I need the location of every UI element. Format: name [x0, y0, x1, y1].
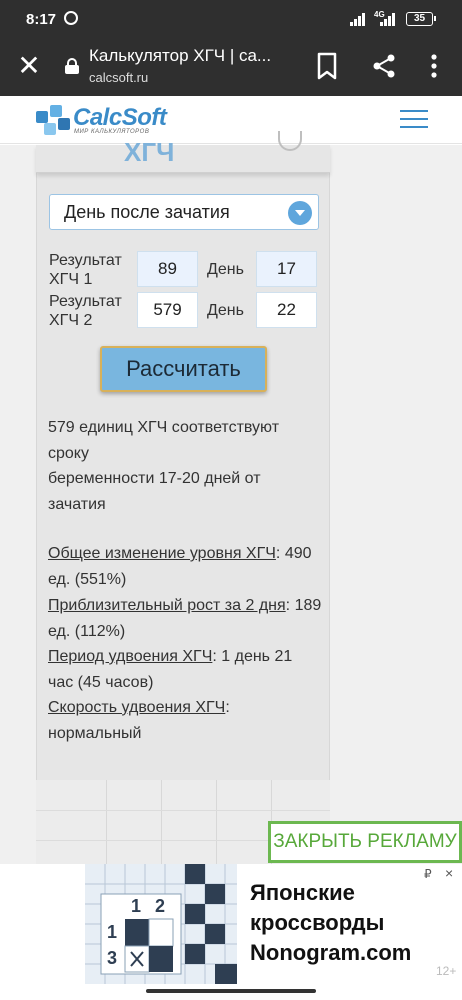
age-rating: 12+ [436, 964, 457, 978]
share-icon[interactable] [370, 52, 398, 80]
result-summary-1: 579 единиц ХГЧ соответствуют сроку [48, 419, 280, 462]
signal-icon-2 [380, 13, 396, 26]
logo-tagline: МИР КАЛЬКУЛЯТОРОВ [74, 129, 150, 135]
hamburger-menu-icon[interactable] [400, 110, 428, 130]
ad-headline[interactable]: Японские кроссворды Nonogram.com [250, 878, 411, 968]
site-header: CalcSoft МИР КАЛЬКУЛЯТОРОВ [0, 96, 462, 144]
mode-select[interactable]: День после зачатия [49, 194, 319, 230]
result-doubling-speed: Скорость удвоения ХГЧ: нормальный [48, 695, 278, 746]
day2-input[interactable]: 22 [256, 292, 317, 328]
day1-input[interactable]: 17 [256, 251, 317, 287]
status-time: 8:17 [26, 11, 57, 28]
gesture-bar [0, 984, 462, 1000]
status-bar: 8:17 4G 35 [0, 0, 462, 38]
result-total-change: Общее изменение уровня ХГЧ: 490 ед. (551… [48, 541, 328, 592]
growth-label[interactable]: Приблизительный рост за 2 дня [48, 597, 286, 614]
chevron-down-icon[interactable] [288, 201, 312, 225]
hcg2-label: Результат ХГЧ 2 [49, 293, 122, 329]
close-ad-button[interactable]: ЗАКРЫТЬ РЕКЛАМУ [268, 821, 462, 863]
panel-heading-fragment: ХГЧ [124, 137, 175, 167]
result-doubling-period: Период удвоения ХГЧ: 1 день 21 час (45 ч… [48, 644, 310, 695]
hcg1-value-input[interactable]: 89 [137, 251, 198, 287]
alarm-icon [64, 11, 78, 25]
doubling-speed-label[interactable]: Скорость удвоения ХГЧ [48, 699, 225, 716]
help-icon[interactable] [278, 131, 302, 151]
home-indicator[interactable] [146, 989, 316, 993]
signal-icon [350, 13, 366, 26]
mode-select-value: День после зачатия [64, 202, 230, 222]
nonogram-ad-image[interactable]: 1 2 1 3 [85, 864, 237, 984]
doubling-period-label[interactable]: Период удвоения ХГЧ [48, 648, 212, 665]
ad-line: Японские [250, 880, 355, 905]
clue-number: 1 [131, 896, 142, 916]
clue-number: 1 [107, 922, 118, 942]
ad-close-icon[interactable]: × [445, 865, 453, 881]
panel-header: ХГЧ [36, 131, 330, 173]
clue-number: 2 [155, 896, 166, 916]
hcg1-label: Результат ХГЧ 1 [49, 252, 122, 288]
result-growth: Приблизительный рост за 2 дня: 189 ед. (… [48, 593, 328, 644]
hcg2-value-input[interactable]: 579 [137, 292, 198, 328]
result-summary-2: беременности 17-20 дней от зачатия [48, 470, 261, 513]
ad-line: Nonogram.com [250, 940, 412, 965]
calcsoft-logo-icon[interactable] [34, 101, 74, 139]
calculate-button[interactable]: Рассчитать [100, 346, 267, 392]
day1-label: День [207, 261, 244, 278]
more-menu-icon[interactable] [422, 52, 446, 80]
page-title[interactable]: Калькулятор ХГЧ | са... [89, 46, 294, 66]
logo-name[interactable]: CalcSoft [73, 104, 167, 132]
ad-line: кроссворды [250, 910, 385, 935]
ad-info-icon[interactable]: ₽ [424, 867, 432, 881]
total-change-label[interactable]: Общее изменение уровня ХГЧ [48, 545, 276, 562]
bookmark-icon[interactable] [316, 52, 338, 80]
day2-label: День [207, 302, 244, 319]
clue-number: 3 [107, 948, 118, 968]
page-url[interactable]: calcsoft.ru [89, 70, 148, 85]
battery-icon: 35 [406, 12, 436, 26]
lock-icon[interactable] [65, 58, 79, 74]
close-tab-icon[interactable]: ✕ [14, 52, 44, 82]
browser-toolbar: ✕ Калькулятор ХГЧ | са... calcsoft.ru [0, 38, 462, 96]
ad-banner[interactable]: 1 2 1 3 Японские кроссворды Nonogram.com… [0, 864, 462, 984]
